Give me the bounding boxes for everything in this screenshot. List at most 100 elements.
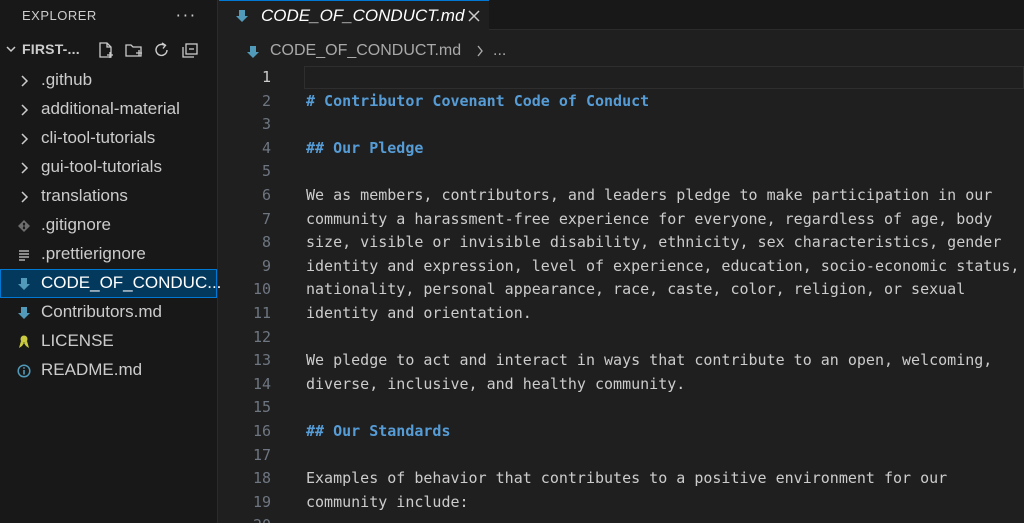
breadcrumb-file[interactable]: CODE_OF_CONDUCT.md — [270, 42, 461, 60]
line-number: 8 — [261, 233, 271, 252]
code-line[interactable]: 5 — [219, 160, 1024, 184]
chevron-down-icon — [6, 46, 16, 53]
line-number: 14 — [252, 374, 271, 393]
tree-item-label: additional-material — [41, 99, 180, 118]
tree-item-license[interactable]: LICENSE — [0, 327, 218, 356]
code-line[interactable]: 16 ## Our Standards — [219, 420, 1024, 444]
more-actions-icon[interactable]: ··· — [176, 6, 197, 25]
lines-icon — [19, 250, 29, 261]
tree-item-label: CODE_OF_CONDUC... — [41, 273, 222, 292]
tree-item-label: translations — [41, 186, 128, 205]
tree-item-github[interactable]: .github — [0, 66, 218, 95]
code-text: identity and orientation. — [306, 304, 532, 322]
tree-item-label: Contributors.md — [41, 302, 162, 321]
tree-item-label: .github — [41, 70, 93, 89]
tree-item-translations[interactable]: translations — [0, 182, 218, 211]
tree-item-readme[interactable]: README.md — [0, 356, 218, 385]
new-file-icon[interactable] — [96, 41, 116, 59]
code-text: identity and expression, level of experi… — [306, 256, 1020, 275]
line-number: 20 — [219, 516, 271, 523]
new-folder-icon[interactable] — [124, 41, 144, 59]
git-diamond-icon — [18, 220, 30, 232]
line-number: 7 — [261, 209, 271, 228]
tree-item-prettierignore[interactable]: .prettierignore — [0, 240, 218, 269]
line-number: 2 — [261, 91, 271, 110]
line-number: 19 — [252, 492, 271, 511]
refresh-icon[interactable] — [152, 41, 172, 59]
breadcrumb-symbols[interactable]: ... — [493, 42, 506, 60]
tree-item-gitignore[interactable]: .gitignore — [0, 211, 218, 240]
code-line[interactable]: 18 Examples of behavior that contributes … — [219, 467, 1024, 491]
explorer-sidebar: EXPLORER ··· FIRST-... .github additiona… — [0, 0, 221, 523]
code-line[interactable]: 7 community a harassment-free experience … — [219, 208, 1024, 232]
tree-item-label: cli-tool-tutorials — [41, 128, 156, 147]
explorer-title: EXPLORER — [22, 7, 97, 23]
tree-item-contributors[interactable]: Contributors.md — [0, 298, 218, 327]
chevron-right-icon — [477, 45, 483, 57]
tree-item-label: .prettierignore — [41, 244, 146, 263]
chevron-right-icon — [21, 104, 29, 116]
tree-item-label: LICENSE — [41, 331, 114, 350]
chevron-right-icon — [21, 191, 29, 203]
code-line[interactable]: 4 ## Our Pledge — [219, 137, 1024, 161]
markdown-heading: # Contributor Covenant Code of Conduct — [306, 91, 650, 110]
explorer-header: EXPLORER ··· — [0, 0, 217, 30]
code-text: We as members, contributors, and leaders… — [306, 186, 993, 204]
line-number: 11 — [252, 304, 271, 322]
code-line[interactable]: 11 identity and orientation. — [219, 302, 1024, 326]
code-line[interactable]: 10 nationality, personal appearance, race… — [219, 278, 1024, 302]
line-number: 13 — [252, 351, 271, 370]
info-icon — [17, 364, 31, 378]
markdown-heading: ## Our Pledge — [306, 138, 424, 157]
markdown-arrow-icon — [18, 307, 30, 319]
code-text: We pledge to act and interact in ways th… — [306, 351, 993, 370]
markdown-heading: ## Our Standards — [306, 422, 451, 440]
explorer-actions — [96, 41, 200, 59]
code-line[interactable]: 1 — [219, 66, 1024, 90]
line-number: 10 — [252, 280, 271, 299]
workspace-root[interactable]: FIRST-... — [0, 37, 218, 63]
line-number: 3 — [261, 115, 271, 134]
code-line[interactable]: 19 community include: — [219, 491, 1024, 515]
code-editor[interactable]: 1 2 # Contributor Covenant Code of Conduct… — [219, 66, 1024, 523]
tree-item-cli-tool-tutorials[interactable]: cli-tool-tutorials — [0, 124, 218, 153]
markdown-arrow-icon — [247, 46, 259, 58]
code-line[interactable]: 13 We pledge to act and interact in ways … — [219, 349, 1024, 373]
line-number: 16 — [252, 422, 271, 440]
code-line[interactable]: 12 — [219, 326, 1024, 350]
current-line-highlight — [304, 66, 1024, 89]
line-number: 18 — [252, 469, 271, 488]
tab-code-of-conduct[interactable]: CODE_OF_CONDUCT.md — [219, 0, 489, 30]
line-number: 17 — [252, 445, 271, 464]
collapse-all-icon[interactable] — [180, 41, 200, 59]
code-line[interactable]: 15 — [219, 396, 1024, 420]
code-line[interactable]: 8 size, visible or invisible disability, … — [219, 231, 1024, 255]
tree-item-gui-tool-tutorials[interactable]: gui-tool-tutorials — [0, 153, 218, 182]
code-line[interactable]: 3 — [219, 113, 1024, 137]
line-number: 15 — [252, 398, 271, 417]
tree-item-code-of-conduct[interactable]: CODE_OF_CONDUC... — [0, 269, 221, 298]
markdown-arrow-icon — [18, 278, 30, 290]
code-text: diverse, inclusive, and healthy communit… — [306, 374, 686, 393]
line-number: 6 — [261, 186, 271, 204]
ribbon-icon — [19, 335, 29, 348]
chevron-right-icon — [21, 133, 29, 145]
close-icon[interactable] — [467, 9, 481, 23]
vscode-window: EXPLORER ··· FIRST-... .github additiona… — [0, 0, 1024, 523]
code-line[interactable]: 17 — [219, 444, 1024, 468]
code-line[interactable]: 2 # Contributor Covenant Code of Conduct — [219, 90, 1024, 114]
code-text: community a harassment-free experience f… — [306, 209, 993, 228]
code-line[interactable]: 20 — [219, 514, 1024, 523]
file-tree: .github additional-material cli-tool-tut… — [0, 66, 221, 385]
line-number: 4 — [261, 138, 271, 157]
tree-item-label: gui-tool-tutorials — [41, 157, 162, 176]
code-text: Examples of behavior that contributes to… — [306, 469, 948, 488]
code-line[interactable]: 6 We as members, contributors, and leader… — [219, 184, 1024, 208]
code-line[interactable]: 9 identity and expression, level of exper… — [219, 255, 1024, 279]
breadcrumb: CODE_OF_CONDUCT.md ... — [219, 38, 1024, 64]
tab-bar: CODE_OF_CONDUCT.md — [219, 0, 1024, 30]
chevron-right-icon — [21, 75, 29, 87]
tree-item-additional-material[interactable]: additional-material — [0, 95, 218, 124]
workspace-root-label: FIRST-... — [22, 41, 80, 57]
code-line[interactable]: 14 diverse, inclusive, and healthy commun… — [219, 373, 1024, 397]
